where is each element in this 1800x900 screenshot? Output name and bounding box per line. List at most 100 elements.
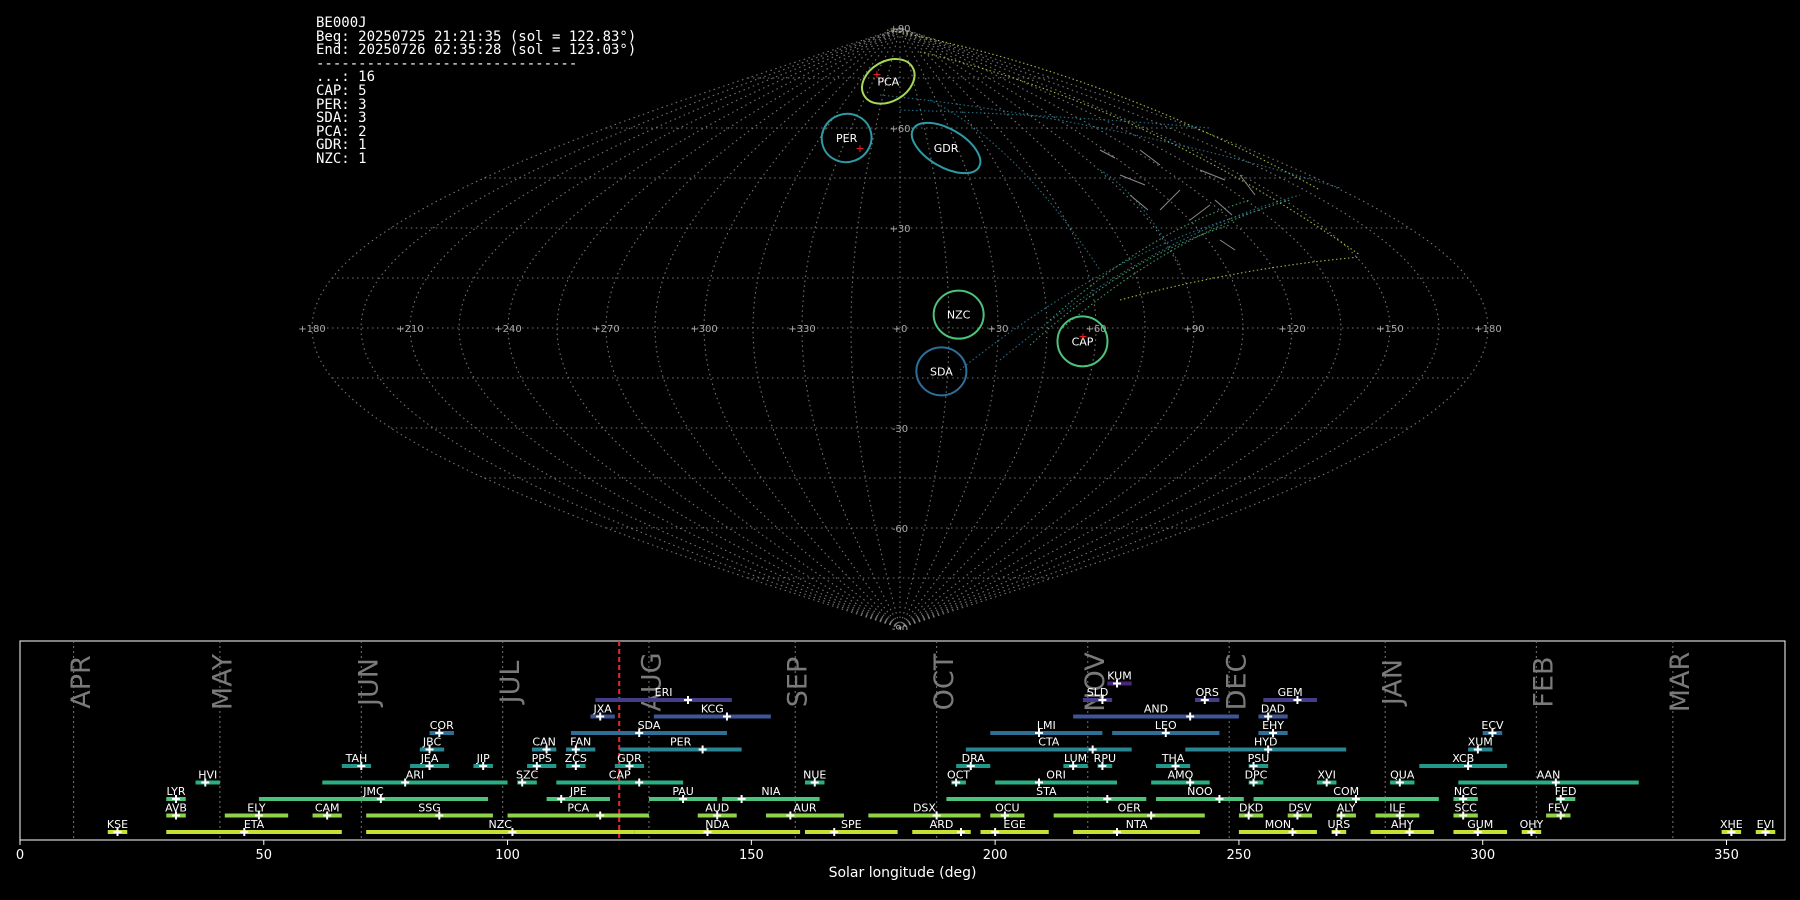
shower-eri: ERI <box>595 686 732 704</box>
shower-label: FAN <box>570 736 591 749</box>
shower-label: JBC <box>422 736 442 749</box>
shower-label: EVI <box>1757 818 1775 831</box>
radiant-label-per: PER <box>836 132 858 145</box>
month-label-jul: JUL <box>495 661 526 706</box>
meteor-trail <box>1119 256 1361 301</box>
meteor-trail <box>1099 169 1181 266</box>
shower-xcb: XCB <box>1419 752 1508 770</box>
shower-label: SCC <box>1454 802 1477 815</box>
lon-tick-label: +0 <box>893 324 908 335</box>
shower-label: STA <box>1036 785 1057 798</box>
shower-zcs: ZCS <box>565 752 587 770</box>
lat-tick-label: +90 <box>889 24 910 35</box>
shower-label: XCB <box>1452 752 1474 765</box>
meteor-segment <box>1159 189 1181 211</box>
lon-tick-label: +180 <box>1474 324 1501 335</box>
shower-sta: STA <box>946 785 1147 803</box>
shower-avb: AVB <box>165 802 187 820</box>
shower-lum: LUM <box>1063 752 1088 770</box>
meteor-segment <box>1189 204 1211 221</box>
shower-label: SSG <box>418 802 441 815</box>
radiant-label-sda: SDA <box>930 365 953 378</box>
month-label-apr: APR <box>66 655 97 709</box>
x-tick-label: 350 <box>1714 848 1739 863</box>
shower-aan: AAN <box>1458 769 1639 787</box>
shower-ahy: AHY <box>1370 818 1434 836</box>
shower-qua: QUA <box>1390 769 1415 787</box>
lon-tick-label: +120 <box>1278 324 1305 335</box>
meridian <box>801 27 901 629</box>
shower-dsv: DSV <box>1287 802 1313 820</box>
shower-label: QUA <box>1390 769 1415 782</box>
shower-label: COR <box>430 719 454 732</box>
shower-label: AUD <box>705 802 729 815</box>
shower-ors: ORS <box>1195 686 1220 704</box>
meteor-trail <box>959 209 1261 371</box>
shower-oer: OER <box>1053 802 1205 820</box>
shower-amo: AMO <box>1151 769 1210 787</box>
shower-timeline: APR MAY JUN JUL AUG SEP OCT NOV DEC JAN FEB MARKUME… <box>16 640 1786 881</box>
shower-rpu: RPU <box>1094 752 1116 770</box>
shower-label: NCC <box>1454 785 1478 798</box>
shower-ile: ILE <box>1375 802 1420 820</box>
shower-label: DSX <box>913 802 936 815</box>
shower-szc: SZC <box>516 769 538 787</box>
shower-ege: EGE <box>980 818 1049 836</box>
month-label-aug: AUG <box>636 652 667 711</box>
shower-pps: PPS <box>527 752 557 770</box>
shower-per: PER <box>619 736 742 754</box>
shower-ely: ELY <box>224 802 289 820</box>
lon-tick-label: +180 <box>298 324 325 335</box>
lon-tick-label: +300 <box>690 324 717 335</box>
shower-dpc: DPC <box>1245 769 1268 787</box>
shower-label: THA <box>1161 752 1185 765</box>
meteor-segment <box>1199 169 1226 181</box>
shower-label: FED <box>1555 785 1577 798</box>
meteor-segment <box>1129 194 1149 211</box>
shower-jxa: JXA <box>590 703 615 721</box>
lat-tick-label: +30 <box>889 224 910 235</box>
shower-jbc: JBC <box>419 736 445 754</box>
shower-label: LEO <box>1155 719 1177 732</box>
shower-label: CAN <box>532 736 555 749</box>
meteor-segment <box>1214 199 1233 216</box>
shower-label: NDA <box>705 818 730 831</box>
lon-tick-label: +330 <box>788 324 815 335</box>
meteor-trail <box>929 99 1101 271</box>
shower-label: CAP <box>609 769 631 782</box>
shower-kse: KSE <box>107 818 128 836</box>
shower-fev: FEV <box>1546 802 1571 820</box>
shower-cam: CAM <box>312 802 342 820</box>
shower-label: FEV <box>1548 802 1569 815</box>
shower-label: NUE <box>803 769 826 782</box>
shower-label: PPS <box>532 752 552 765</box>
shower-label: DAD <box>1261 703 1285 716</box>
shower-label: JMC <box>362 785 384 798</box>
shower-ehy: EHY <box>1258 719 1288 737</box>
shower-scc: SCC <box>1453 802 1478 820</box>
shower-dra: DRA <box>956 752 991 770</box>
shower-cap: CAP <box>556 769 684 787</box>
shower-label: KSE <box>107 818 128 831</box>
shower-jea: JEA <box>410 752 450 770</box>
shower-label: HVI <box>198 769 217 782</box>
shower-ari: ARI <box>322 769 508 787</box>
shower-gdr: GDR <box>614 752 645 770</box>
shower-label: ORS <box>1196 686 1219 699</box>
shower-label: JPE <box>569 785 587 798</box>
shower-leo: LEO <box>1112 719 1220 737</box>
shower-label: PCA <box>567 802 589 815</box>
lon-tick-label: +150 <box>1376 324 1403 335</box>
shower-label: ECV <box>1481 719 1504 732</box>
shower-cor: COR <box>429 719 454 737</box>
shower-hyd: HYD <box>1185 736 1347 754</box>
month-label-oct: OCT <box>929 653 960 710</box>
shower-urs: URS <box>1328 818 1350 836</box>
meridian <box>360 27 901 629</box>
shower-label: ZCS <box>565 752 587 765</box>
shower-label: MON <box>1265 818 1291 831</box>
shower-label: LYR <box>167 785 186 798</box>
shower-label: NIA <box>761 785 780 798</box>
meteor-segment <box>1139 149 1161 166</box>
shower-label: TAH <box>345 752 368 765</box>
